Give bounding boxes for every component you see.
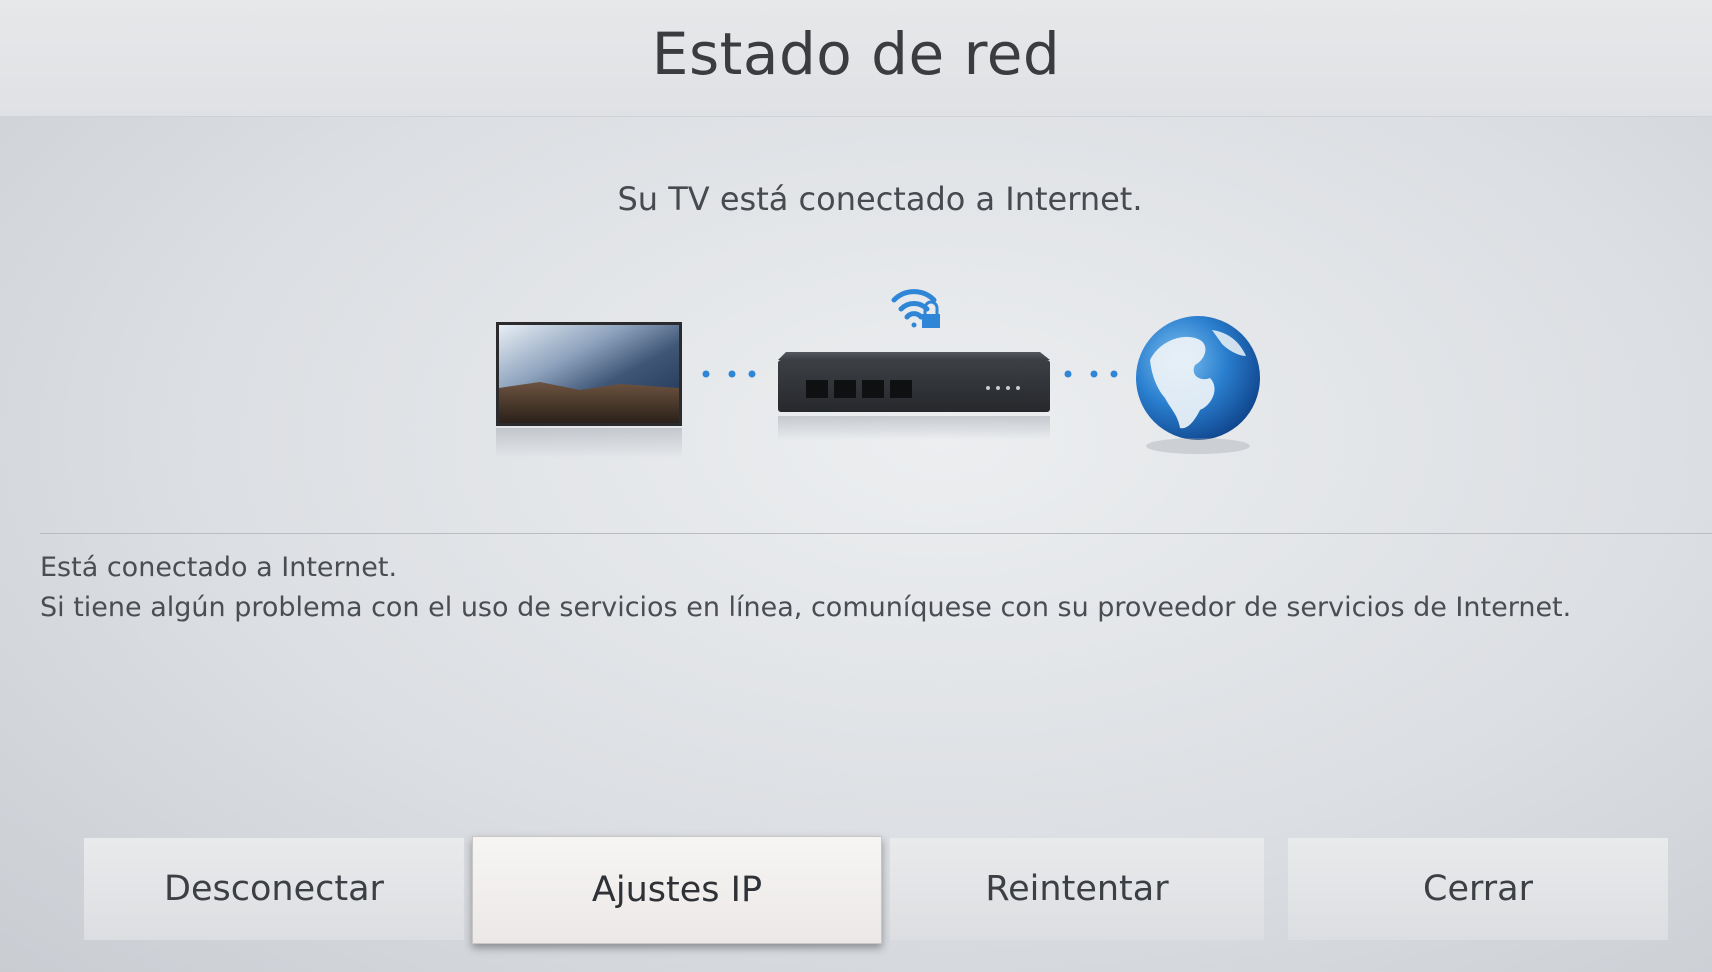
info-line-2: Si tiene algún problema con el uso de se… <box>40 592 1572 623</box>
status-message: Su TV está conectado a Internet. <box>617 180 1143 218</box>
tv-icon <box>496 322 682 458</box>
retry-button[interactable]: Reintentar <box>890 838 1264 940</box>
wifi-lock-icon <box>891 289 940 328</box>
network-diagram <box>0 270 1712 490</box>
ip-settings-button[interactable]: Ajustes IP <box>472 836 882 944</box>
disconnect-button[interactable]: Desconectar <box>84 838 464 940</box>
button-bar: Desconectar Ajustes IP Reintentar Cerrar <box>0 836 1712 944</box>
divider <box>40 533 1712 534</box>
connector-dots-left <box>702 370 756 378</box>
info-line-1: Está conectado a Internet. <box>40 552 398 583</box>
page-title: Estado de red <box>651 20 1061 88</box>
close-button[interactable]: Cerrar <box>1288 838 1668 940</box>
info-text: Está conectado a Internet. Si tiene algú… <box>40 548 1571 628</box>
router-icon <box>778 352 1050 440</box>
connector-dots-right <box>1064 370 1118 378</box>
globe-icon <box>1136 316 1260 454</box>
header-bar: Estado de red <box>0 0 1712 117</box>
